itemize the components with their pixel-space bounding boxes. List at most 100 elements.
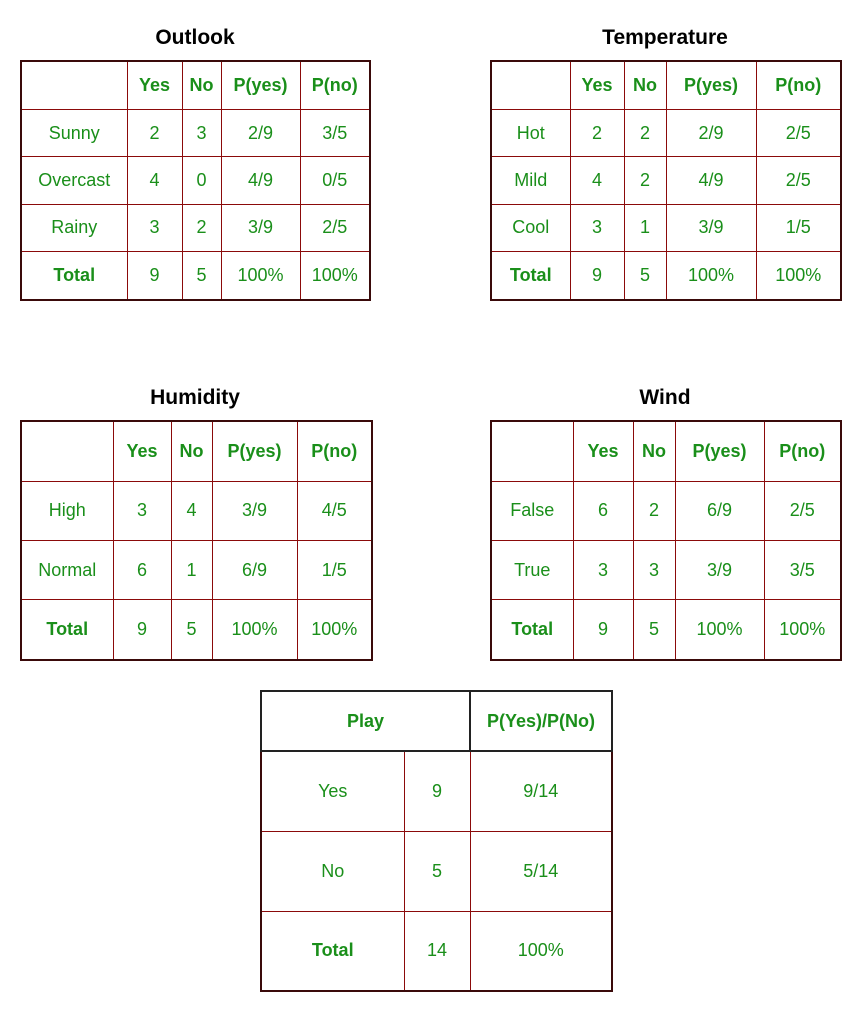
column-header: No [170,420,213,482]
table-cell: 3 [569,203,625,253]
table-cell: 100% [665,251,757,301]
table-cell: 3/9 [220,203,301,253]
table-cell: 100% [211,599,298,661]
column-header [490,420,574,482]
table-cell: 5 [403,830,471,912]
row-label: Total [260,910,405,992]
row-label: Total [490,599,574,661]
table-cell: 6/9 [211,539,298,601]
table-row: Yes 9 9/14 [260,750,613,832]
row-label: Mild [490,156,571,205]
table-cell: 9 [403,750,471,832]
table-cell: 5 [181,251,222,301]
row-label: No [260,830,405,912]
table-cell: 3 [572,539,634,601]
total-row: Total 9 5 100% 100% [20,599,373,661]
wind-table: Yes No P(yes) P(no) False 6 2 6/9 2/5 True 3 3 3/9 3/… [490,420,842,661]
table-cell: 2/5 [755,156,842,205]
table-cell: 2/5 [299,203,371,253]
column-header: P(no) [299,60,371,110]
table-cell: 6 [112,539,172,601]
column-header: P(no) [296,420,373,482]
table-cell: 5 [632,599,676,661]
outlook-table: Yes No P(yes) P(no) Sunny 2 3 2/9 3/5 Overcast 4 0 4… [20,60,371,301]
table-cell: 2 [632,480,676,541]
column-header [20,60,128,110]
outlook-title: Outlook [155,26,235,49]
row-label: Rainy [20,203,128,253]
row-label: Normal [20,539,114,601]
probability-header: P(Yes)/P(No) [469,690,613,752]
table-cell: 100% [299,251,371,301]
humidity-title: Humidity [150,386,240,409]
column-header [20,420,114,482]
table-cell: 2 [623,156,667,205]
table-cell: 4 [170,480,213,541]
table-cell: 4/9 [220,156,301,205]
table-cell: 4 [126,156,183,205]
table-cell: 6 [572,480,634,541]
header-row: Yes No P(yes) P(no) [490,420,842,482]
table-cell: 1/5 [296,539,373,601]
column-header: P(yes) [674,420,765,482]
column-header [490,60,571,110]
row-label: Overcast [20,156,128,205]
table-row: Hot 2 2 2/9 2/5 [490,108,842,158]
table-cell: 100% [296,599,373,661]
table-cell: 100% [763,599,842,661]
header-row: Yes No P(yes) P(no) [20,420,373,482]
temperature-table: Yes No P(yes) P(no) Hot 2 2 2/9 2/5 Mild 4 2 4/9 2/5 C… [490,60,842,301]
table-cell: 1/5 [755,203,842,253]
table-cell: 4/5 [296,480,373,541]
column-header: Yes [112,420,172,482]
table-cell: 2 [181,203,222,253]
row-label: True [490,539,574,601]
table-cell: 9 [572,599,634,661]
table-row: Sunny 2 3 2/9 3/5 [20,108,371,158]
row-label: High [20,480,114,541]
table-row: True 3 3 3/9 3/5 [490,539,842,601]
table-row: Overcast 4 0 4/9 0/5 [20,156,371,205]
table-cell: 100% [220,251,301,301]
table-cell: 5 [170,599,213,661]
row-label: Total [490,251,571,301]
total-row: Total 9 5 100% 100% [20,251,371,301]
column-header: P(yes) [211,420,298,482]
table-cell: 9 [112,599,172,661]
column-header: P(yes) [220,60,301,110]
table-cell: 2 [569,108,625,158]
total-row: Total 9 5 100% 100% [490,599,842,661]
table-cell: 9 [126,251,183,301]
table-cell: 5/14 [469,830,613,912]
table-cell: 2/5 [763,480,842,541]
play-table: Play P(Yes)/P(No) Yes 9 9/14 No 5 5/14 Total 14… [260,690,613,992]
table-row: Cool 3 1 3/9 1/5 [490,203,842,253]
table-cell: 2/9 [220,108,301,158]
temperature-title: Temperature [602,26,728,49]
table-row: False 6 2 6/9 2/5 [490,480,842,541]
total-row: Total 14 100% [260,910,613,992]
row-label: Sunny [20,108,128,158]
table-cell: 100% [674,599,765,661]
row-label: Cool [490,203,571,253]
table-cell: 3 [112,480,172,541]
table-cell: 0/5 [299,156,371,205]
table-cell: 3 [126,203,183,253]
header-row: Yes No P(yes) P(no) [490,60,842,110]
table-row: No 5 5/14 [260,830,613,912]
table-cell: 2/9 [665,108,757,158]
table-row: Normal 6 1 6/9 1/5 [20,539,373,601]
table-cell: 5 [623,251,667,301]
table-cell: 6/9 [674,480,765,541]
table-row: Rainy 3 2 3/9 2/5 [20,203,371,253]
play-header: Play [260,690,471,752]
table-cell: 2/5 [755,108,842,158]
table-cell: 3/9 [665,203,757,253]
humidity-table: Yes No P(yes) P(no) High 3 4 3/9 4/5 Normal 6 1 6/9 1… [20,420,373,661]
table-cell: 0 [181,156,222,205]
table-cell: 14 [403,910,471,992]
row-label: False [490,480,574,541]
header-row: Yes No P(yes) P(no) [20,60,371,110]
table-cell: 1 [623,203,667,253]
column-header: P(no) [755,60,842,110]
